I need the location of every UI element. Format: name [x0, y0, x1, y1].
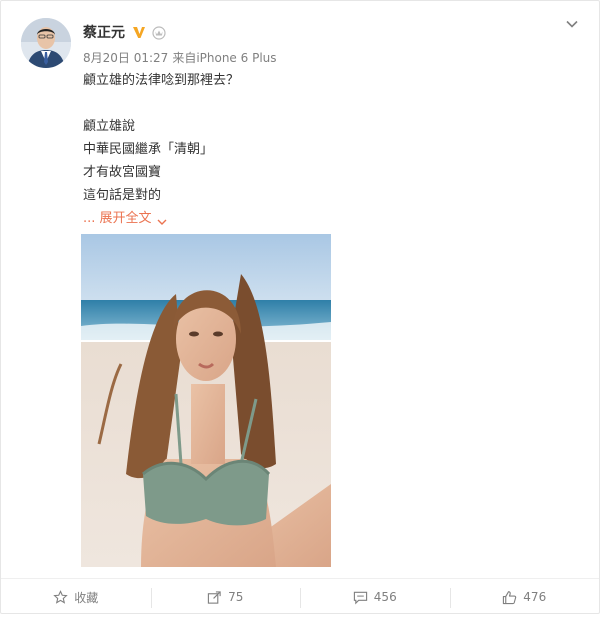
expand-full-text-link[interactable]: ... 展开全文	[83, 207, 239, 230]
post-source[interactable]: 来自iPhone 6 Plus	[172, 51, 276, 65]
share-arrow-icon	[207, 590, 221, 604]
star-icon	[53, 589, 68, 604]
post-date[interactable]: 8月20日 01:27	[83, 51, 168, 65]
post-text: 顧立雄的法律唸到那裡去？ 顧立雄說 中華民國繼承「清朝」 才有故宮國寶 這句話是…	[83, 69, 239, 230]
post-line: 這句話是對的	[83, 188, 162, 203]
like-count: 476	[523, 590, 547, 604]
post-line: 顧立雄的法律唸到那裡去？	[83, 73, 240, 88]
author-name[interactable]: 蔡正元	[83, 22, 125, 42]
comment-count: 456	[373, 590, 397, 604]
expand-label[interactable]: ... 展开全文	[83, 211, 152, 226]
post-meta: 8月20日 01:27 来自iPhone 6 Plus	[83, 49, 277, 66]
weibo-post-card: 蔡正元 8月20日 01:27 来自iPhone 6 Plus 顧立雄的法律唸到那…	[0, 0, 600, 614]
chevron-down-icon[interactable]	[563, 15, 581, 33]
action-bar: 收藏 75 456 476	[1, 578, 599, 615]
chevron-down-icon[interactable]	[156, 213, 168, 225]
favorite-button[interactable]: 收藏	[1, 579, 151, 615]
comment-button[interactable]: 456	[300, 579, 450, 615]
author-row: 蔡正元	[83, 22, 167, 42]
repost-count: 75	[228, 590, 244, 604]
comment-icon	[353, 591, 367, 604]
thumbs-up-icon	[503, 590, 517, 604]
post-image[interactable]	[81, 234, 331, 567]
avatar[interactable]	[21, 18, 71, 68]
post-line: 中華民國繼承「清朝」	[83, 142, 214, 157]
post-line-blank	[83, 92, 239, 115]
like-button[interactable]: 476	[449, 579, 600, 615]
repost-button[interactable]: 75	[150, 579, 301, 615]
verified-v-icon[interactable]	[131, 24, 147, 40]
post-line: 才有故宮國寶	[83, 165, 162, 180]
favorite-label: 收藏	[74, 590, 99, 605]
post-line: 顧立雄說	[83, 119, 136, 134]
crown-icon[interactable]	[151, 24, 167, 40]
